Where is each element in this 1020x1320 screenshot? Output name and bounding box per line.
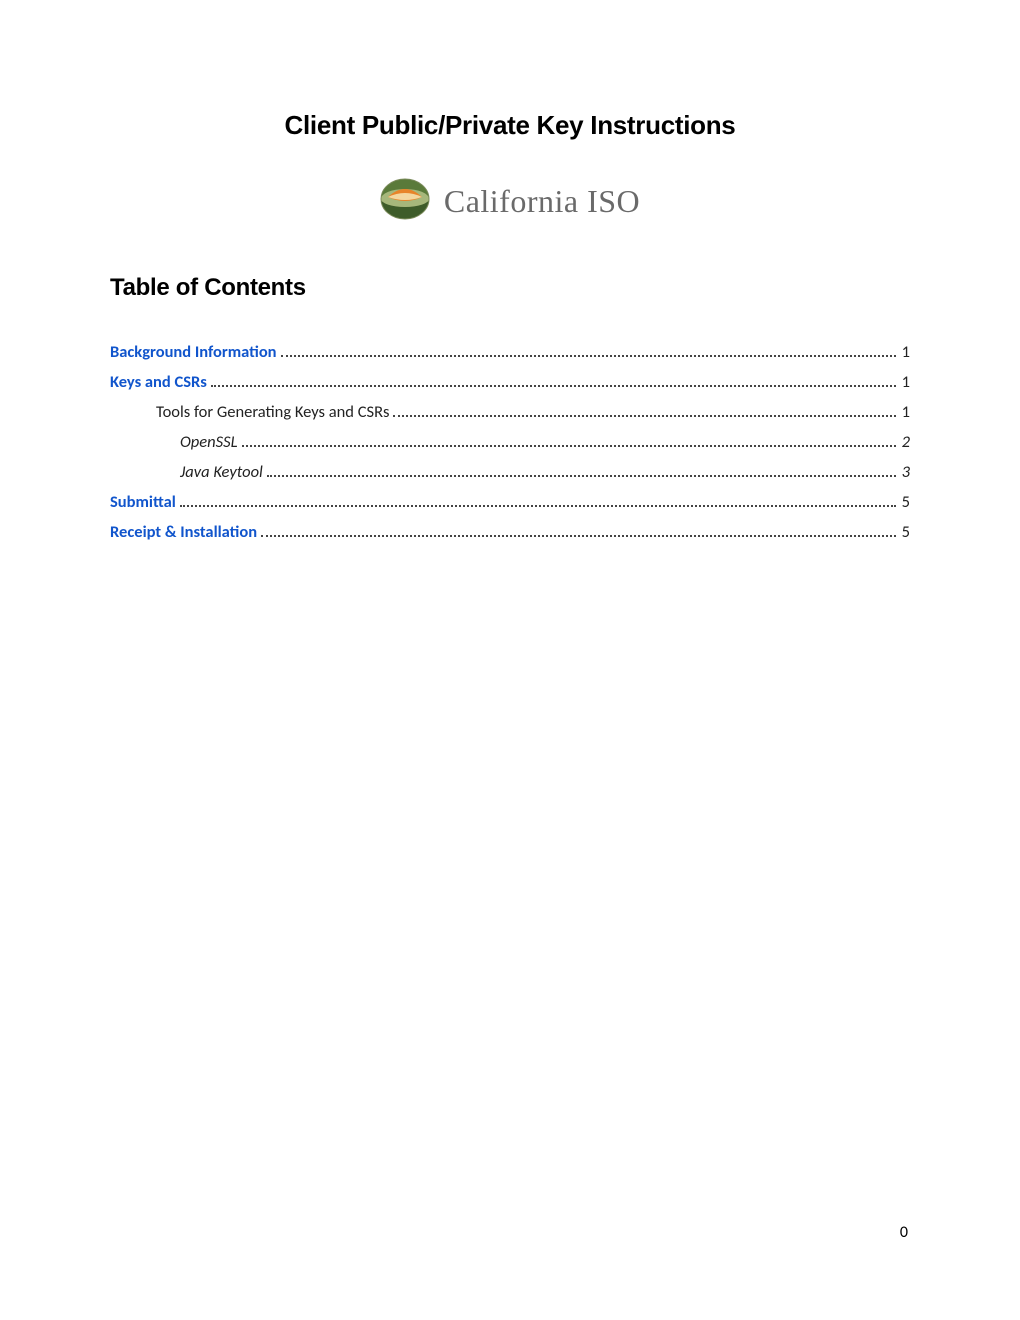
toc-page-number: 3 bbox=[900, 462, 910, 482]
toc-leader bbox=[242, 432, 896, 447]
table-of-contents: Background Information 1 Keys and CSRs 1… bbox=[110, 342, 910, 542]
toc-page-number: 1 bbox=[900, 402, 910, 422]
document-page: Client Public/Private Key Instructions C… bbox=[0, 0, 1020, 1320]
toc-page-number: 1 bbox=[900, 342, 910, 362]
toc-page-number: 2 bbox=[900, 432, 910, 452]
toc-entry[interactable]: Receipt & Installation 5 bbox=[110, 522, 910, 542]
document-title: Client Public/Private Key Instructions bbox=[110, 110, 910, 141]
page-number: 0 bbox=[900, 1223, 908, 1242]
toc-entry[interactable]: Submittal 5 bbox=[110, 492, 910, 512]
toc-entry[interactable]: OpenSSL 2 bbox=[110, 432, 910, 452]
toc-label: Background Information bbox=[110, 342, 277, 362]
toc-label: OpenSSL bbox=[180, 432, 238, 452]
toc-entry[interactable]: Java Keytool 3 bbox=[110, 462, 910, 482]
toc-page-number: 5 bbox=[900, 492, 910, 512]
caiso-logo-icon bbox=[380, 177, 430, 226]
toc-leader bbox=[261, 522, 896, 537]
toc-entry[interactable]: Keys and CSRs 1 bbox=[110, 372, 910, 392]
toc-label: Keys and CSRs bbox=[110, 372, 207, 392]
toc-label: Submittal bbox=[110, 492, 176, 512]
toc-page-number: 1 bbox=[900, 372, 910, 392]
toc-leader bbox=[281, 342, 896, 357]
toc-entry[interactable]: Background Information 1 bbox=[110, 342, 910, 362]
toc-leader bbox=[211, 372, 896, 387]
toc-page-number: 5 bbox=[900, 522, 910, 542]
logo-text: California ISO bbox=[444, 183, 640, 220]
toc-entry[interactable]: Tools for Generating Keys and CSRs 1 bbox=[110, 402, 910, 422]
toc-heading: Table of Contents bbox=[110, 274, 910, 302]
toc-label: Receipt & Installation bbox=[110, 522, 257, 542]
logo: California ISO bbox=[110, 177, 910, 226]
toc-leader bbox=[393, 402, 895, 417]
toc-leader bbox=[180, 492, 896, 507]
toc-label: Java Keytool bbox=[180, 462, 263, 482]
toc-leader bbox=[267, 462, 896, 477]
toc-label: Tools for Generating Keys and CSRs bbox=[156, 402, 389, 422]
